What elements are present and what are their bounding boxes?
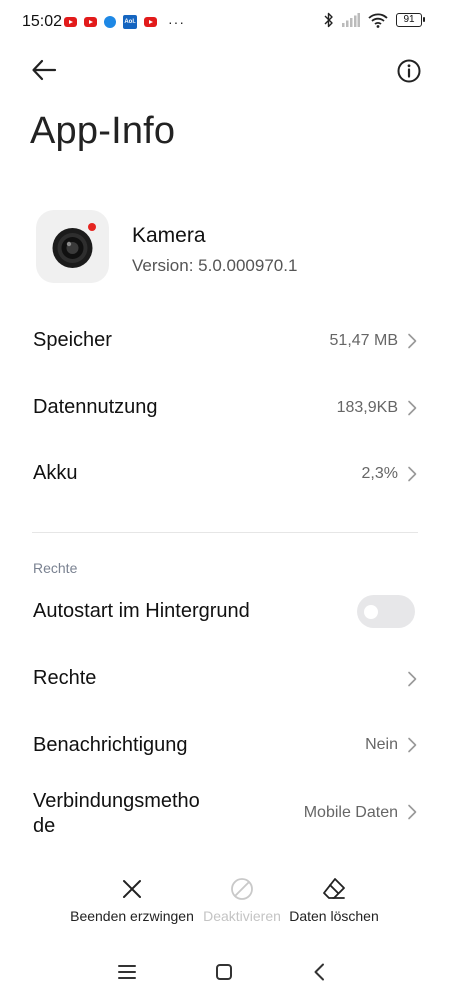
app-details-info-button[interactable] [396,58,422,84]
battery-indicator: 91 [396,13,425,27]
clear-data-button[interactable]: Daten löschen [269,876,399,928]
connection-method-value: Mobile Daten [303,804,398,821]
chevron-right-icon [408,400,417,416]
chevron-left-icon [314,963,324,981]
youtube-icon [64,17,77,27]
home-button[interactable] [209,960,239,984]
battery-row[interactable]: Akku 2,3% [0,451,450,497]
data-usage-label: Datennutzung [33,396,158,418]
arrow-left-icon [32,59,57,81]
app-version: Version: 5.0.000970.1 [132,256,298,275]
camera-lens-icon [52,223,96,268]
toggle-knob [364,604,378,619]
back-button[interactable] [30,56,62,84]
youtube-icon [144,17,157,27]
status-time: 15:02 [22,13,63,30]
block-icon [231,878,253,900]
close-icon [123,880,141,898]
app-name: Kamera [132,224,206,247]
back-nav-button[interactable] [305,960,335,984]
notifications-row[interactable]: Benachrichtigung Nein [0,722,450,768]
eraser-icon [323,878,345,899]
more-notifications-icon: ··· [168,14,185,30]
chevron-right-icon [408,737,417,753]
chevron-right-icon [408,804,417,820]
autostart-label: Autostart im Hintergrund [33,600,250,622]
autostart-toggle[interactable] [357,595,415,628]
youtube-icon [84,17,97,27]
notifications-label: Benachrichtigung [33,734,188,756]
clear-data-label: Daten löschen [289,908,379,924]
app-notification-icon [104,16,116,28]
permissions-section-title: Rechte [33,560,78,576]
menu-icon [118,965,136,979]
notifications-value: Nein [365,736,398,753]
bluetooth-icon [324,12,333,28]
section-divider [32,532,418,533]
storage-row[interactable]: Speicher 51,47 MB [0,318,450,364]
signal-icon [342,13,360,27]
aol-icon: Aol. [123,15,137,29]
connection-method-label-line1: Verbindungsmetho [33,790,200,812]
data-usage-value: 183,9KB [336,399,398,416]
storage-label: Speicher [33,329,112,351]
info-icon [397,59,421,83]
chevron-right-icon [408,466,417,482]
square-icon [216,964,232,980]
chevron-right-icon [408,671,417,687]
battery-value: 2,3% [361,465,398,482]
chevron-right-icon [408,333,417,349]
battery-label: Akku [33,462,78,484]
system-status-icons: 91 [324,12,425,28]
connection-method-row[interactable]: Verbindungsmetho de Mobile Daten [0,785,450,845]
page-title: App-Info [30,110,176,152]
permissions-label: Rechte [33,667,97,689]
connection-method-label: Verbindungsmetho de [33,789,200,839]
recent-apps-button[interactable] [112,960,142,984]
status-bar: 15:02 Aol. ··· 91 [0,0,450,44]
data-usage-row[interactable]: Datennutzung 183,9KB [0,385,450,431]
storage-value: 51,47 MB [329,332,398,349]
permissions-row[interactable]: Rechte [0,656,450,702]
wifi-icon [368,13,388,28]
connection-method-label-line2: de [33,815,56,837]
camera-app-icon [36,210,109,283]
notification-icons: Aol. ··· [64,14,185,30]
